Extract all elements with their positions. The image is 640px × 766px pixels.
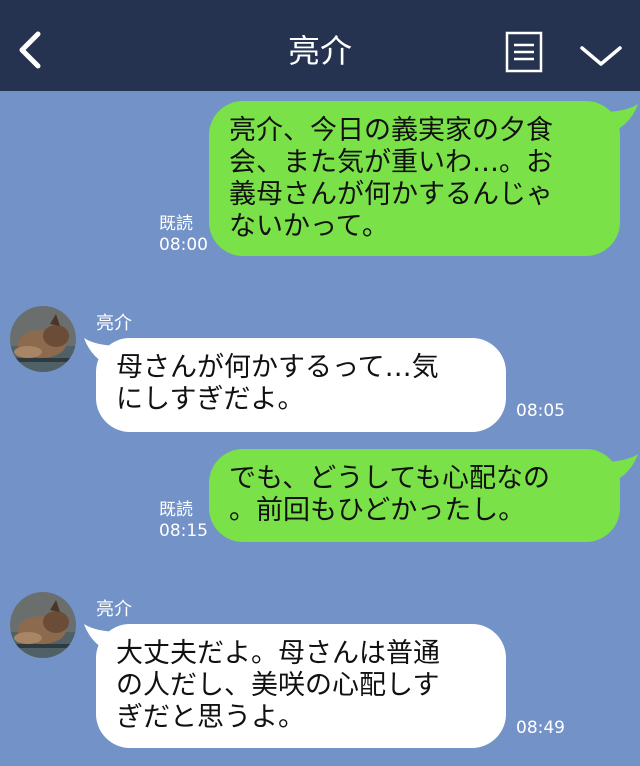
message-time: 08:00 <box>159 235 208 255</box>
message-time: 08:49 <box>516 718 565 738</box>
chevron-down-icon[interactable] <box>578 40 624 70</box>
chat-header: 亮介 <box>0 0 640 91</box>
notes-icon[interactable] <box>505 31 543 73</box>
avatar[interactable] <box>10 592 76 658</box>
message-time: 08:15 <box>159 521 208 541</box>
message-bubble-received[interactable]: 母さんが何かするって…気 にしすぎだよ。 <box>96 338 506 432</box>
read-receipt: 既読 08:15 <box>159 500 208 542</box>
message-bubble-received[interactable]: 大丈夫だよ。母さんは普通 の人だし、美咲の心配しす ぎだと思うよ。 <box>96 624 506 748</box>
sender-name: 亮介 <box>96 599 132 620</box>
read-label: 既読 <box>159 500 193 520</box>
message-time: 08:05 <box>516 401 565 421</box>
message-bubble-sent[interactable]: 亮介、今日の義実家の夕食 会、また気が重いわ…。お 義母さんが何かするんじゃ な… <box>209 101 620 256</box>
chat-title: 亮介 <box>287 32 352 70</box>
read-label: 既読 <box>159 214 193 234</box>
avatar[interactable] <box>10 306 76 372</box>
read-receipt: 既読 08:00 <box>159 214 208 256</box>
sender-name: 亮介 <box>96 313 132 334</box>
message-bubble-sent[interactable]: でも、どうしても心配なの 。前回もひどかったし。 <box>209 449 620 542</box>
